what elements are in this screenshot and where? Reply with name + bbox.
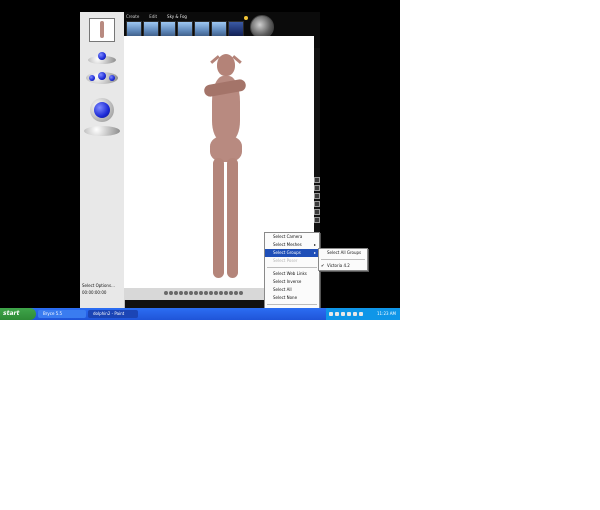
desktop-screen: Select Options... 00:00:00:00 Create Edi… (0, 0, 400, 320)
taskbar-button-paint[interactable]: dolphin2 - Paint (88, 310, 138, 318)
figure-leg (227, 158, 238, 278)
control-icon[interactable] (234, 291, 238, 295)
control-icon[interactable] (164, 291, 168, 295)
menu-item-select-inverse[interactable]: Select Inverse (265, 278, 319, 286)
thumbnail-figure (100, 21, 104, 38)
selection-context-menu: Select Camera Select Meshes ▸ Select Grou… (264, 232, 320, 316)
tray-icon[interactable] (335, 312, 339, 316)
menu-separator (267, 267, 317, 268)
view-left-control[interactable] (89, 75, 95, 81)
submenu-arrow-icon: ▸ (313, 250, 316, 255)
tray-icon[interactable] (359, 312, 363, 316)
indicator-light (244, 16, 248, 20)
tab-edit[interactable]: Edit (149, 14, 157, 19)
control-icon[interactable] (204, 291, 208, 295)
menu-item-label: Select All (273, 287, 292, 292)
tray-icon[interactable] (353, 312, 357, 316)
control-icon[interactable] (174, 291, 178, 295)
status-label: Select Options... (82, 283, 115, 288)
tray-icon[interactable] (329, 312, 333, 316)
checkmark-icon: ✔ (321, 263, 325, 268)
tool-button[interactable] (314, 201, 320, 207)
submenu-item-label: Victoria 4.2 (327, 263, 350, 268)
left-control-panel: Select Options... 00:00:00:00 (80, 12, 125, 308)
control-icon[interactable] (189, 291, 193, 295)
zoom-control-bar[interactable] (84, 126, 120, 136)
menu-separator (321, 259, 365, 260)
submenu-item-label: Select All Groups (327, 250, 362, 255)
menu-item-select-groups[interactable]: Select Groups ▸ (265, 249, 319, 257)
figure-leg (213, 158, 224, 278)
control-icon[interactable] (229, 291, 233, 295)
control-icon[interactable] (179, 291, 183, 295)
menu-item-label: Select Meshes (273, 242, 302, 247)
menu-item-label: Select Poser (273, 258, 298, 263)
figure-head (217, 54, 235, 76)
tray-icon[interactable] (347, 312, 351, 316)
start-button[interactable]: start (0, 308, 36, 320)
menu-item-select-none[interactable]: Select None (265, 294, 319, 302)
submenu-arrow-icon: ▸ (313, 242, 316, 247)
tab-create[interactable]: Create (126, 14, 139, 19)
menu-item-label: Select Web Links (273, 271, 307, 276)
control-icon[interactable] (194, 291, 198, 295)
control-icon[interactable] (239, 291, 243, 295)
control-icon[interactable] (224, 291, 228, 295)
right-tool-column (314, 177, 320, 237)
submenu-item-victoria[interactable]: ✔ Victoria 4.2 (319, 262, 367, 270)
view-center-control[interactable] (98, 72, 106, 80)
taskbar-button-bryce[interactable]: Bryce 5.5 (38, 310, 86, 318)
windows-taskbar: start Bryce 5.5 dolphin2 - Paint 11:23 A… (0, 308, 400, 320)
preview-thumbnail[interactable] (89, 18, 115, 42)
tray-icon[interactable] (341, 312, 345, 316)
control-icon[interactable] (209, 291, 213, 295)
tool-button[interactable] (314, 217, 320, 223)
tool-button[interactable] (314, 193, 320, 199)
system-tray: 11:23 AM (326, 308, 400, 320)
tool-button[interactable] (314, 177, 320, 183)
palette-tabs: Create Edit Sky & Fog (126, 12, 187, 20)
menu-item-select-meshes[interactable]: Select Meshes ▸ (265, 241, 319, 249)
control-icon[interactable] (169, 291, 173, 295)
menu-item-label: Select Camera (273, 234, 303, 239)
tool-button[interactable] (314, 185, 320, 191)
tool-button[interactable] (314, 209, 320, 215)
menu-item-select-all[interactable]: Select All (265, 286, 319, 294)
playback-icons (164, 291, 243, 295)
submenu-item-select-all-groups[interactable]: Select All Groups (319, 249, 367, 257)
menu-item-select-web-links[interactable]: Select Web Links (265, 270, 319, 278)
control-icon[interactable] (199, 291, 203, 295)
menu-separator (267, 304, 317, 305)
pan-cross-icon[interactable] (94, 102, 110, 118)
menu-item-label: Select Groups (273, 250, 301, 255)
view-right-control[interactable] (109, 75, 115, 81)
taskbar-clock: 11:23 AM (377, 311, 396, 316)
menu-item-select-camera[interactable]: Select Camera (265, 233, 319, 241)
control-icon[interactable] (219, 291, 223, 295)
control-icon[interactable] (214, 291, 218, 295)
menu-item-label: Select None (273, 295, 298, 300)
timecode-label: 00:00:00:00 (82, 290, 107, 295)
menu-item-select-poser: Select Poser (265, 257, 319, 265)
camera-trackball-icon[interactable] (98, 52, 106, 60)
menu-item-label: Select Inverse (273, 279, 302, 284)
tab-sky-fog[interactable]: Sky & Fog (167, 14, 187, 19)
tray-icons (329, 312, 363, 316)
control-icon[interactable] (184, 291, 188, 295)
groups-submenu: Select All Groups ✔ Victoria 4.2 (318, 248, 368, 271)
